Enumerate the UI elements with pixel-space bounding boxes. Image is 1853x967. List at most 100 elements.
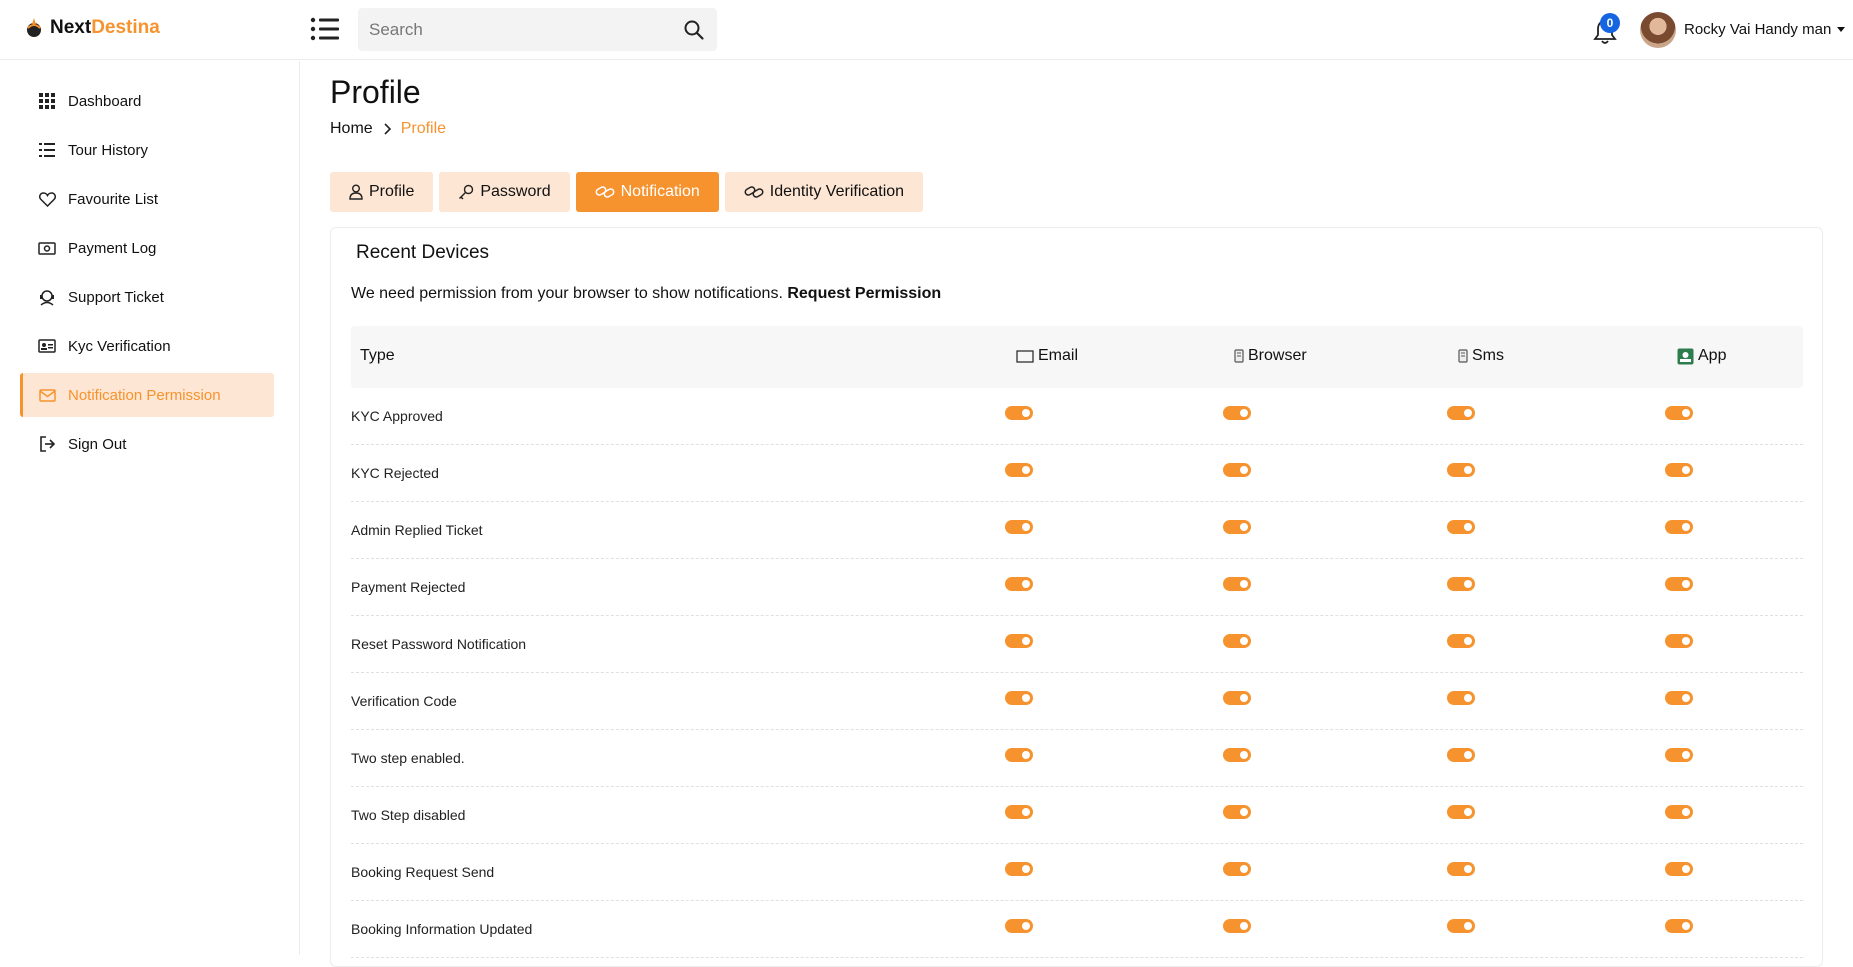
sidebar-item-label: Sign Out	[68, 435, 127, 453]
table-row: Admin Replied Ticket	[351, 502, 1803, 559]
sms-toggle-switch[interactable]	[1447, 805, 1475, 819]
sidebar-item-label: Dashboard	[68, 92, 142, 110]
link-icon	[595, 186, 615, 198]
browser-toggle-switch[interactable]	[1223, 862, 1251, 876]
envelope-icon	[1016, 349, 1034, 363]
app-toggle-switch[interactable]	[1665, 691, 1693, 705]
sidebar-item-label: Kyc Verification	[68, 337, 171, 355]
tab-notification[interactable]: Notification	[575, 172, 719, 212]
app-toggle-switch[interactable]	[1665, 463, 1693, 477]
tab-label: Profile	[369, 183, 415, 200]
browser-toggle-switch[interactable]	[1223, 520, 1251, 534]
email-toggle-switch[interactable]	[1005, 406, 1033, 420]
sms-toggle-switch[interactable]	[1447, 862, 1475, 876]
row-type-label: Payment Rejected	[351, 579, 466, 595]
row-type-label: Reset Password Notification	[351, 636, 527, 652]
browser-toggle-switch[interactable]	[1223, 463, 1251, 477]
column-header-email: Email	[1016, 347, 1078, 365]
email-toggle-switch[interactable]	[1005, 748, 1033, 762]
sms-toggle-switch[interactable]	[1447, 919, 1475, 933]
sidebar: Dashboard Tour History Favourite List Pa…	[0, 61, 300, 955]
browser-toggle-switch[interactable]	[1223, 691, 1251, 705]
tab-identity-verification[interactable]: Identity Verification	[724, 172, 924, 212]
device-icon	[1234, 349, 1244, 363]
email-toggle-switch[interactable]	[1005, 634, 1033, 648]
row-type-label: Two Step disabled	[351, 807, 466, 823]
sidebar-item-label: Tour History	[68, 141, 149, 159]
sms-toggle-switch[interactable]	[1447, 520, 1475, 534]
search-input[interactable]	[358, 8, 658, 51]
tab-profile[interactable]: Profile	[330, 172, 434, 212]
sms-toggle-switch[interactable]	[1447, 691, 1475, 705]
table-row: Booking Request Send	[351, 844, 1803, 901]
sms-toggle-switch[interactable]	[1447, 577, 1475, 591]
request-permission-link[interactable]: Request Permission	[787, 285, 941, 302]
email-toggle-switch[interactable]	[1005, 919, 1033, 933]
breadcrumb-home[interactable]: Home	[330, 120, 373, 138]
sms-toggle-switch[interactable]	[1447, 463, 1475, 477]
row-type-label: Booking Information Updated	[351, 921, 533, 937]
app-icon	[1677, 348, 1694, 364]
email-toggle-switch[interactable]	[1005, 805, 1033, 819]
column-header-app: App	[1677, 347, 1726, 365]
heart-icon	[38, 190, 56, 208]
browser-toggle-switch[interactable]	[1223, 748, 1251, 762]
app-toggle-switch[interactable]	[1665, 805, 1693, 819]
browser-toggle-switch[interactable]	[1223, 577, 1251, 591]
sidebar-item-dashboard[interactable]: Dashboard	[20, 79, 274, 123]
email-toggle-switch[interactable]	[1005, 691, 1033, 705]
app-toggle-switch[interactable]	[1665, 577, 1693, 591]
sidebar-item-favourite-list[interactable]: Favourite List	[20, 177, 274, 221]
search-icon[interactable]	[683, 19, 705, 41]
email-toggle-switch[interactable]	[1005, 520, 1033, 534]
app-toggle-switch[interactable]	[1665, 406, 1693, 420]
app-toggle-switch[interactable]	[1665, 862, 1693, 876]
link-icon	[744, 186, 764, 198]
sidebar-item-kyc-verification[interactable]: Kyc Verification	[20, 324, 274, 368]
browser-toggle-switch[interactable]	[1223, 634, 1251, 648]
browser-toggle-switch[interactable]	[1223, 805, 1251, 819]
headset-icon	[38, 288, 56, 306]
table-row: Two step enabled.	[351, 730, 1803, 787]
column-header-sms: Sms	[1458, 347, 1504, 365]
sidebar-item-tour-history[interactable]: Tour History	[20, 128, 274, 172]
sidebar-item-sign-out[interactable]: Sign Out	[20, 422, 274, 466]
sms-toggle-switch[interactable]	[1447, 406, 1475, 420]
email-toggle-switch[interactable]	[1005, 577, 1033, 591]
sms-toggle-switch[interactable]	[1447, 748, 1475, 762]
app-toggle-switch[interactable]	[1665, 919, 1693, 933]
sidebar-item-payment-log[interactable]: Payment Log	[20, 226, 274, 270]
sidebar-item-label: Notification Permission	[68, 386, 221, 404]
email-toggle-switch[interactable]	[1005, 862, 1033, 876]
sms-toggle-switch[interactable]	[1447, 634, 1475, 648]
key-icon	[459, 184, 474, 200]
tab-label: Notification	[620, 183, 700, 200]
tab-password[interactable]: Password	[439, 172, 570, 212]
menu-toggle-icon[interactable]	[310, 16, 340, 42]
breadcrumb-current: Profile	[400, 120, 447, 137]
money-icon	[38, 239, 56, 257]
email-toggle-switch[interactable]	[1005, 463, 1033, 477]
app-toggle-switch[interactable]	[1665, 634, 1693, 648]
row-type-label: Booking Request Send	[351, 864, 495, 880]
column-header-label: Sms	[1472, 347, 1504, 364]
app-toggle-switch[interactable]	[1665, 748, 1693, 762]
user-menu[interactable]: Rocky Vai Handy man	[1684, 21, 1846, 38]
app-toggle-switch[interactable]	[1665, 520, 1693, 534]
sidebar-item-support-ticket[interactable]: Support Ticket	[20, 275, 274, 319]
top-navbar: NextDestina 0 Rocky Vai Handy man	[0, 0, 1853, 60]
column-header-label: Browser	[1248, 347, 1307, 364]
breadcrumb: Home Profile	[330, 120, 446, 138]
browser-toggle-switch[interactable]	[1223, 406, 1251, 420]
avatar[interactable]	[1640, 12, 1676, 48]
browser-toggle-switch[interactable]	[1223, 919, 1251, 933]
sidebar-item-notification-permission[interactable]: Notification Permission	[20, 373, 274, 417]
table-row: Verification Code	[351, 673, 1803, 730]
grid-icon	[38, 92, 56, 110]
column-header-type: Type	[360, 347, 395, 364]
search-bar	[358, 8, 717, 51]
tab-label: Identity Verification	[769, 183, 905, 200]
brand-logo[interactable]: Next Destina	[22, 16, 160, 40]
notification-count-badge: 0	[1600, 13, 1620, 33]
table-row: Two Step disabled	[351, 787, 1803, 844]
